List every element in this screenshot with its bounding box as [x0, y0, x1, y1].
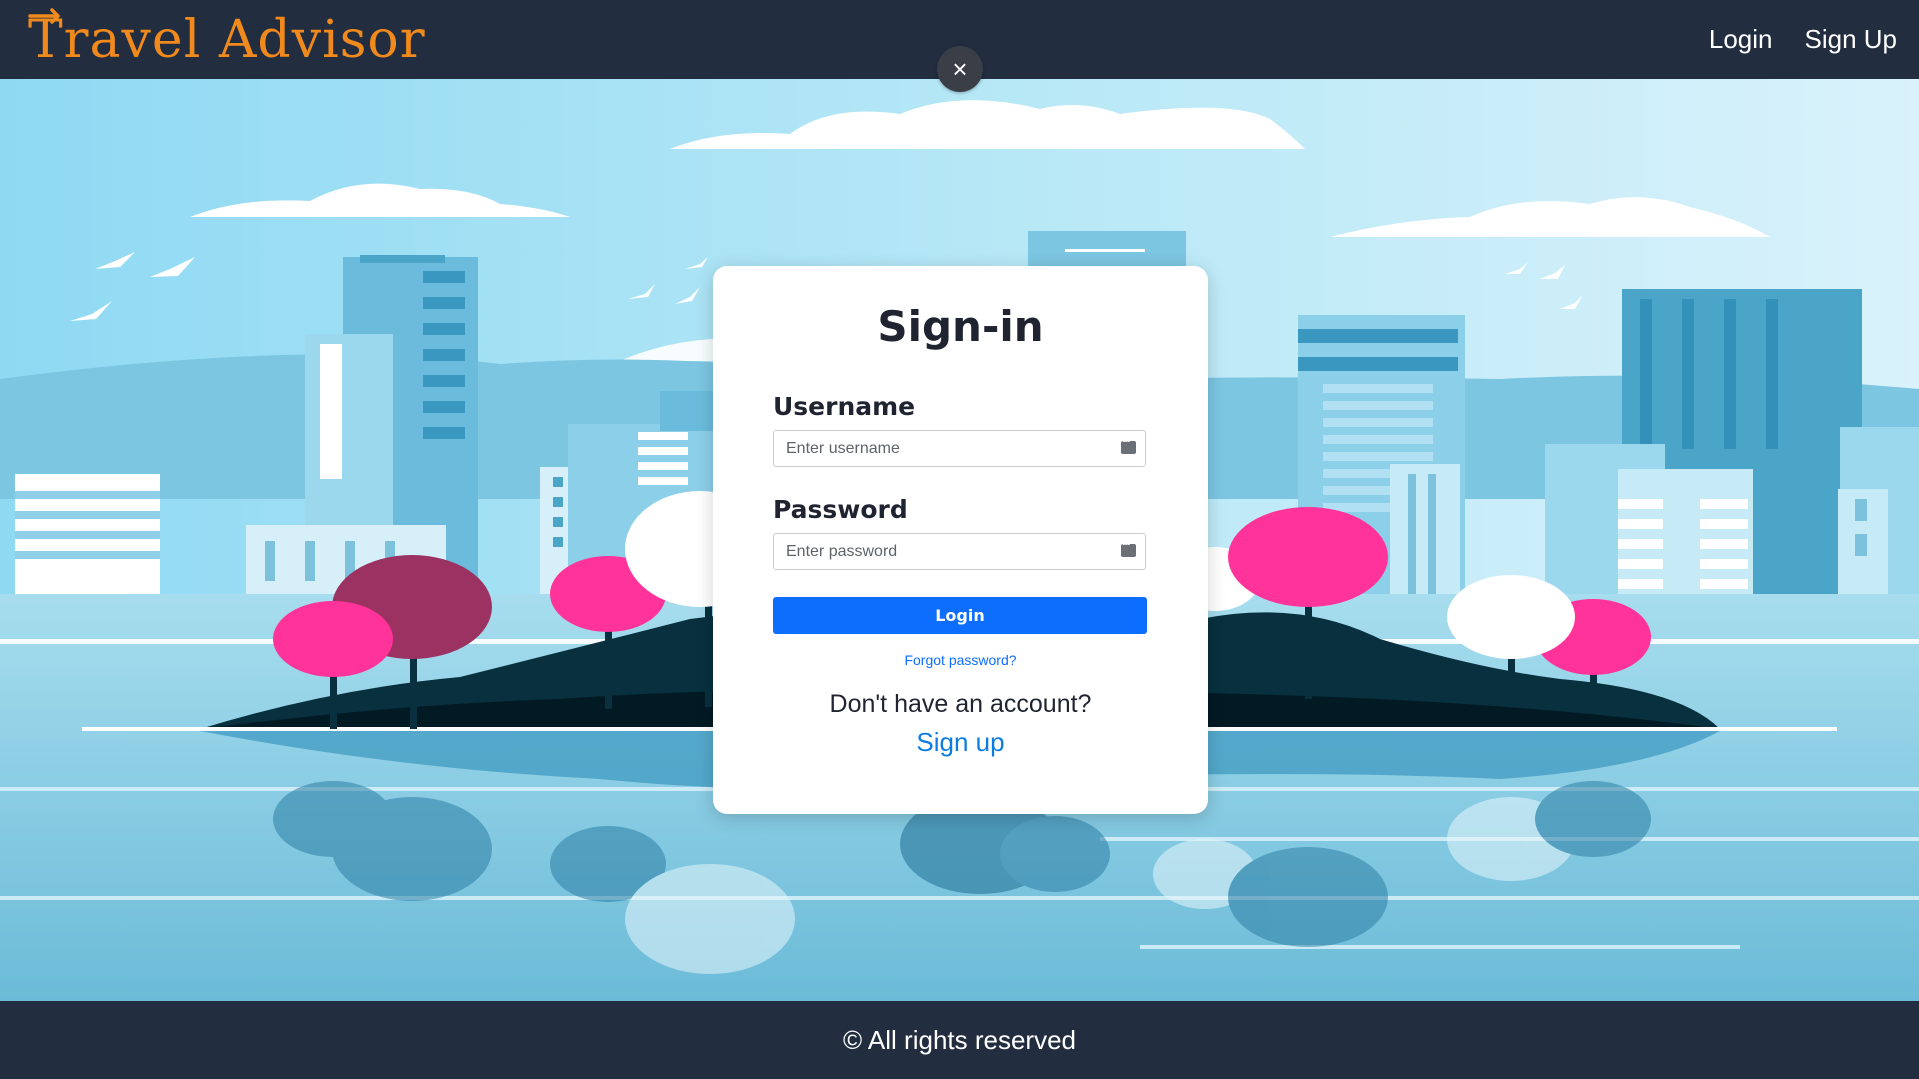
- modal-title: Sign-in: [877, 302, 1044, 351]
- password-input[interactable]: [774, 534, 1104, 569]
- password-label: Password: [773, 495, 908, 524]
- password-manager-icon[interactable]: [1121, 539, 1136, 557]
- footer: © All rights reserved: [0, 1001, 1919, 1079]
- password-manager-icon[interactable]: [1121, 436, 1136, 454]
- no-account-text: Don't have an account?: [829, 690, 1092, 718]
- username-field-wrapper: [773, 430, 1146, 467]
- brand-name: Travel Advisor: [28, 9, 426, 70]
- nav-links: Login Sign Up: [1709, 24, 1897, 55]
- password-field-wrapper: [773, 533, 1146, 570]
- nav-signup-link[interactable]: Sign Up: [1805, 24, 1898, 55]
- login-button[interactable]: Login: [773, 597, 1147, 634]
- close-icon[interactable]: ×: [937, 46, 983, 92]
- forgot-password-link[interactable]: Forgot password?: [713, 652, 1208, 668]
- brand-logo[interactable]: Travel Advisor: [28, 0, 426, 79]
- username-label: Username: [773, 392, 916, 421]
- username-input[interactable]: [774, 431, 1104, 466]
- plane-arrow-icon: [28, 8, 60, 24]
- nav-login-link[interactable]: Login: [1709, 24, 1773, 55]
- signup-link[interactable]: Sign up: [713, 727, 1208, 758]
- signin-modal: Sign-in Username Password Login Forgot p…: [713, 266, 1208, 814]
- footer-copyright: © All rights reserved: [842, 1024, 1077, 1055]
